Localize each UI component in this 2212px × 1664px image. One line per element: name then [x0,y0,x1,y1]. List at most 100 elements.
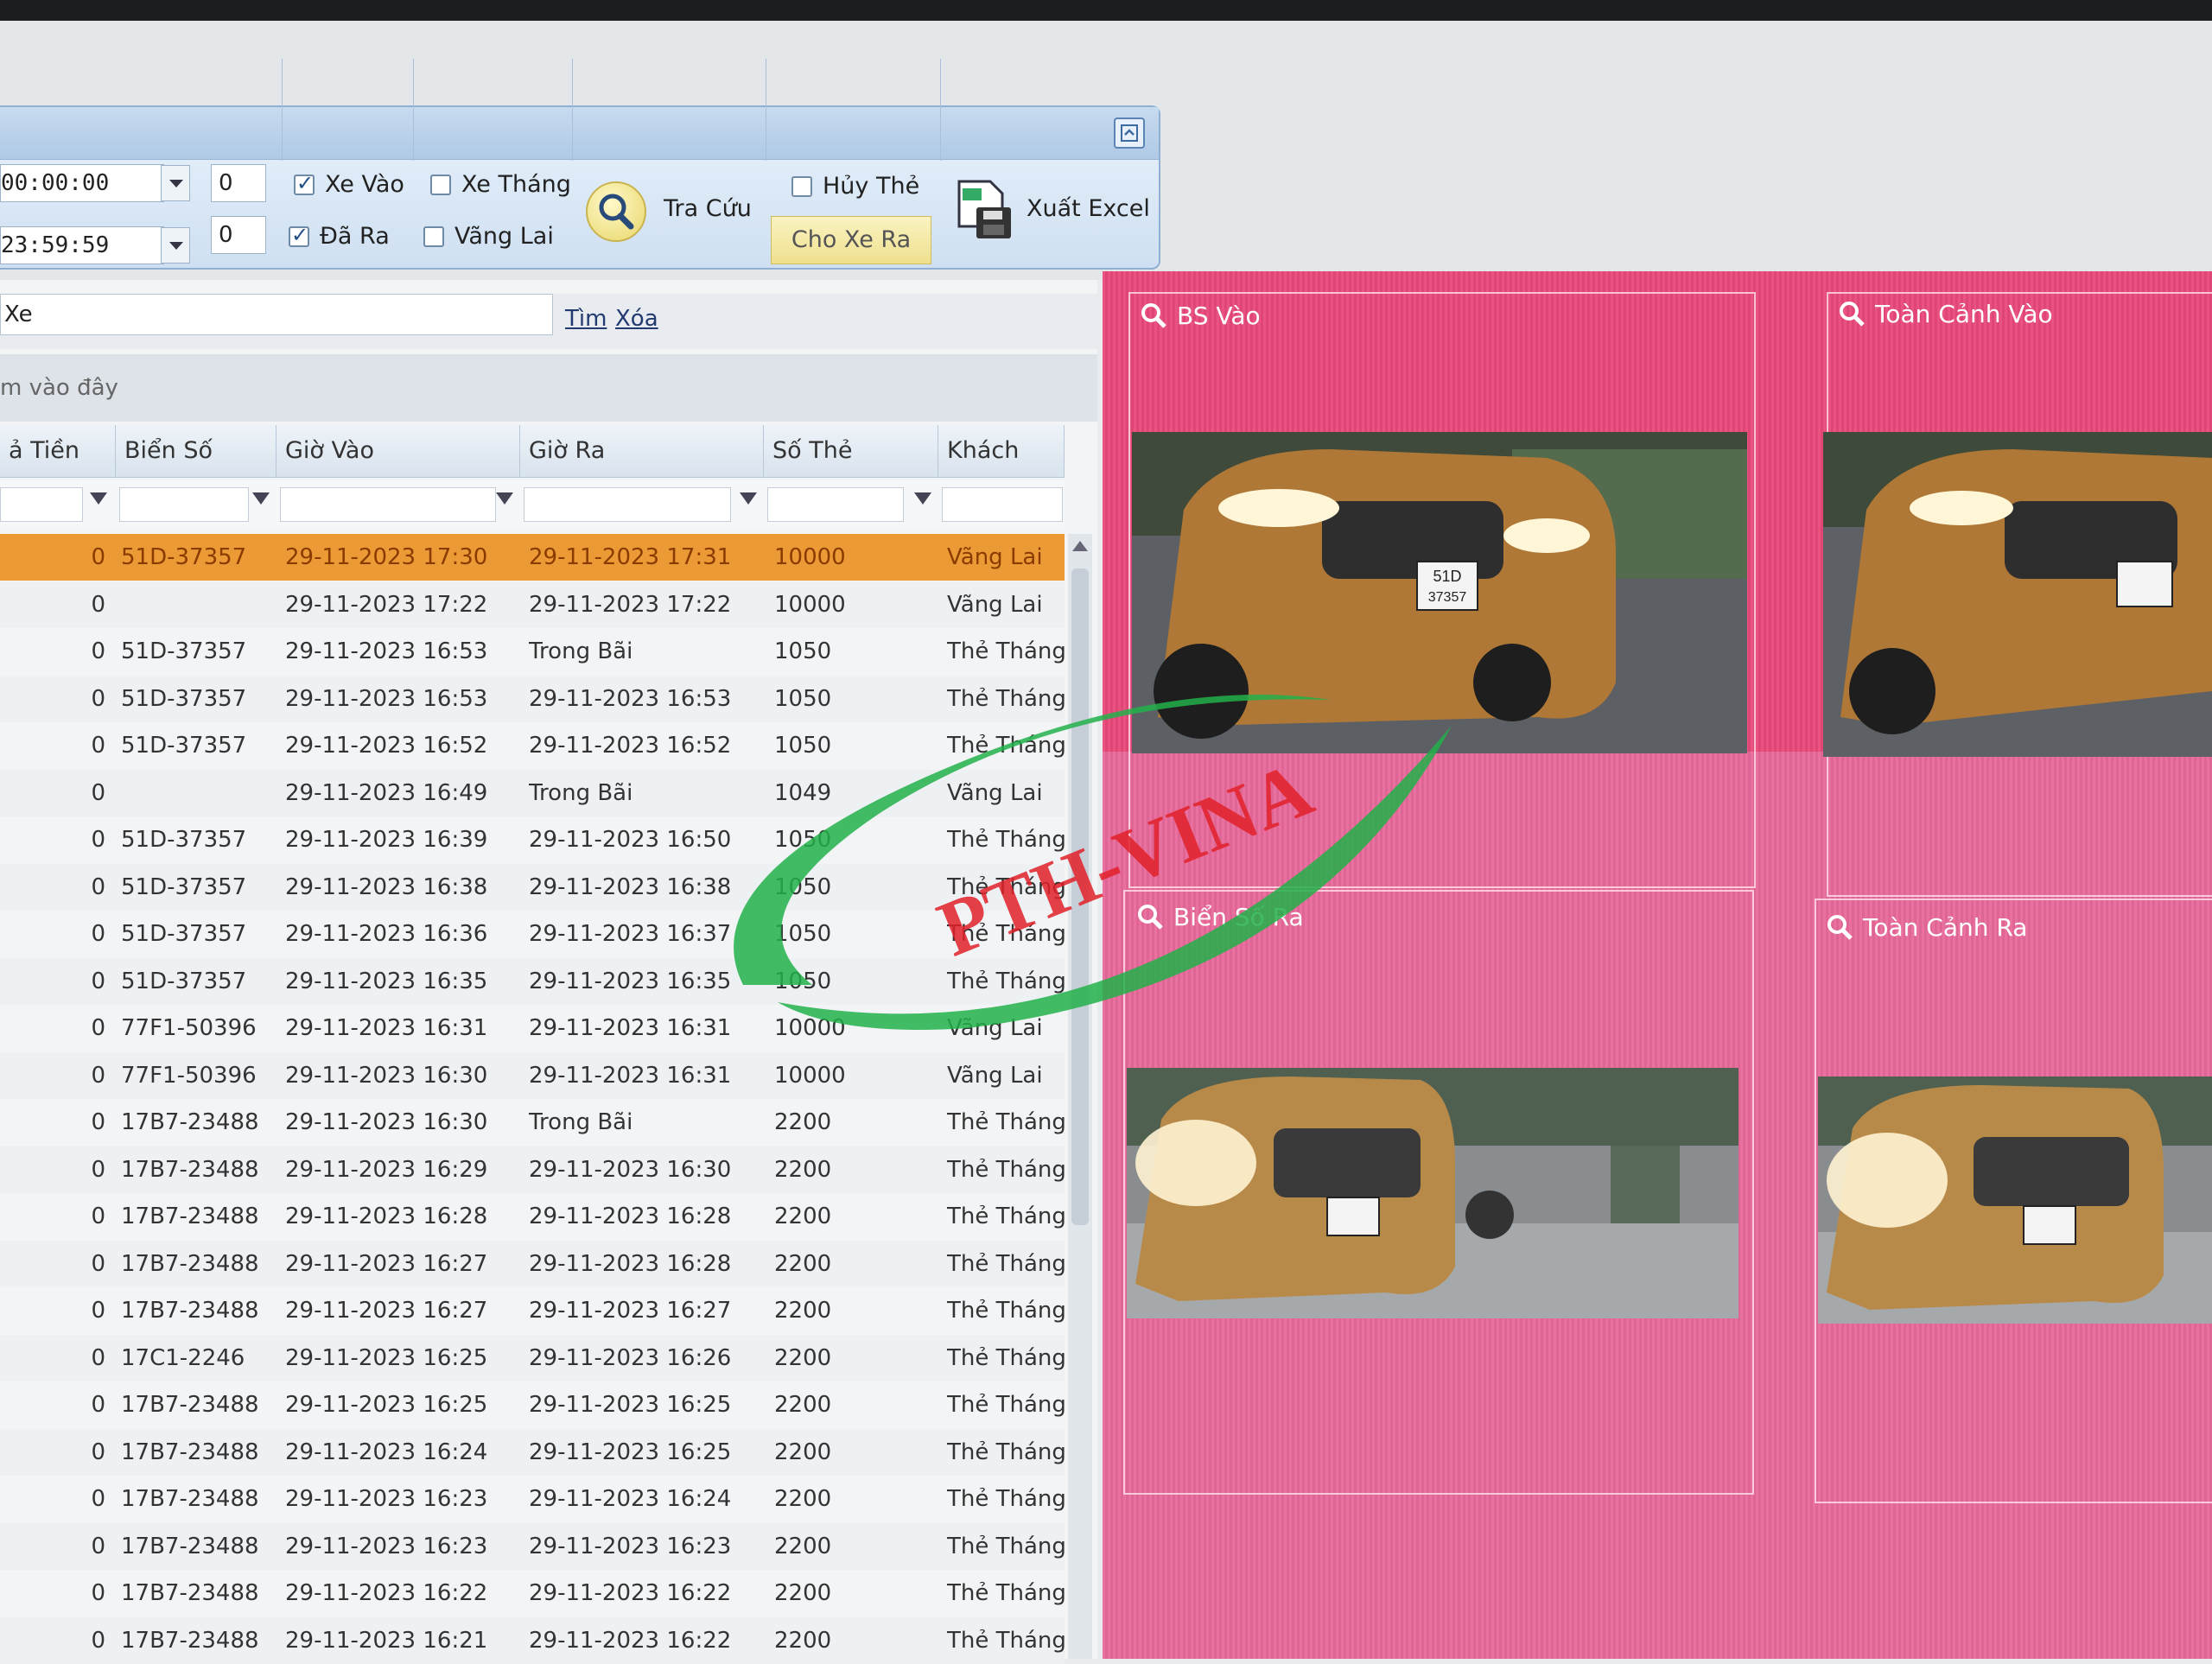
filter-cell-so-the[interactable] [767,487,904,522]
scroll-up-arrow-icon[interactable] [1072,541,1088,551]
cell-tien: 0 [91,1580,105,1606]
excel-export-icon [957,180,1011,238]
cell-gio-ra: 29-11-2023 16:25 [529,1392,732,1418]
cell-bien-so: 17B7-23488 [121,1533,259,1559]
header-so-the[interactable]: Số Thẻ [764,425,938,477]
cell-khach: Thẻ Tháng [947,1204,1066,1229]
huy-the-checkbox[interactable]: Hủy Thẻ [791,173,919,200]
cell-gio-ra: 29-11-2023 16:26 [529,1344,732,1371]
tra-cuu-label[interactable]: Tra Cứu [664,195,752,222]
table-row[interactable]: 0 77F1-50396 29-11-2023 16:30 29-11-2023 16… [0,1051,1065,1099]
cell-gio-ra: 29-11-2023 16:25 [529,1439,732,1465]
checkbox-checked-icon [289,223,309,247]
cell-tien: 0 [91,968,105,994]
cell-gio-vao: 29-11-2023 16:39 [285,827,488,853]
cell-gio-vao: 29-11-2023 16:23 [285,1486,488,1512]
header-tien[interactable]: ả Tiền [0,425,116,477]
svg-text:37357: 37357 [1428,590,1467,605]
cell-bien-so: 51D-37357 [121,638,247,664]
cell-bien-so: 77F1-50396 [121,1062,257,1089]
table-row[interactable]: 0 17B7-23488 29-11-2023 16:29 29-11-2023 16… [0,1146,1066,1193]
checkbox-checked-icon [294,171,315,195]
table-row[interactable]: 0 17B7-23488 29-11-2023 16:21 29-11-2023 16… [0,1616,1066,1664]
zoom-icon[interactable] [1825,912,1854,942]
xuat-excel-label[interactable]: Xuất Excel [1027,195,1150,222]
vang-lai-checkbox[interactable]: Vãng Lai [423,223,554,250]
zoom-icon[interactable] [1139,301,1168,330]
filter-cell-tien[interactable] [0,487,83,522]
collapse-ribbon-button[interactable] [1114,117,1145,149]
table-row[interactable]: 0 17B7-23488 29-11-2023 16:30 Trong Bãi 2200… [0,1099,1065,1146]
cell-khach: Thẻ Tháng [947,1627,1066,1654]
time-from-dropdown[interactable] [161,165,190,201]
cell-tien: 0 [91,1298,105,1324]
header-khach[interactable]: Khách [938,425,1065,477]
filter-cell-gio-ra[interactable] [524,487,731,522]
table-row[interactable]: 0 17C1-2246 29-11-2023 16:25 29-11-2023 16:… [0,1334,1066,1381]
huy-the-label: Hủy Thẻ [823,173,920,200]
filter-funnel-icon[interactable] [252,492,270,505]
filter-cell-gio-vao[interactable] [280,487,496,522]
cell-so-the: 2200 [774,1627,832,1654]
time-from-input[interactable]: 00:00:00 [0,164,164,202]
count-to-input[interactable]: 0 [211,216,266,254]
xuat-excel-button[interactable] [950,176,1016,245]
table-row[interactable]: 0 17B7-23488 29-11-2023 16:23 29-11-2023 16… [0,1522,1066,1570]
xe-vao-checkbox[interactable]: Xe Vào [294,171,404,198]
cell-bien-so: 51D-37357 [121,968,247,994]
header-bien-so[interactable]: Biển Số [116,425,276,477]
cell-bien-so: 51D-37357 [121,685,247,712]
table-row[interactable]: 0 17B7-23488 29-11-2023 16:27 29-11-2023 16… [0,1287,1065,1334]
header-gio-vao[interactable]: Giờ Vào [276,425,520,477]
cell-bien-so: 77F1-50396 [121,1015,257,1041]
table-row[interactable]: 0 17B7-23488 29-11-2023 16:24 29-11-2023 16… [0,1428,1066,1476]
count-from-input[interactable]: 0 [211,164,266,202]
filter-funnel-icon[interactable] [90,492,107,505]
clear-link[interactable]: Xóa [615,306,658,332]
table-row[interactable]: 0 17B7-23488 29-11-2023 16:27 29-11-2023 16… [0,1240,1066,1287]
cell-gio-vao: 29-11-2023 16:27 [285,1250,488,1277]
cell-gio-vao: 29-11-2023 16:25 [285,1392,488,1418]
cell-bien-so: 17B7-23488 [121,1109,259,1135]
cell-gio-ra: 29-11-2023 16:28 [529,1204,732,1229]
table-row[interactable]: 0 17B7-23488 29-11-2023 16:23 29-11-2023 16… [0,1476,1065,1522]
cell-gio-ra: 29-11-2023 16:22 [529,1627,732,1654]
cell-gio-vao: 29-11-2023 16:22 [285,1580,488,1606]
toan-canh-ra-image[interactable] [1818,1077,2212,1324]
table-row[interactable]: 0 51D-37357 29-11-2023 17:30 29-11-2023 17:… [0,534,1065,581]
cell-so-the: 2200 [774,1344,832,1371]
cell-tien: 0 [91,591,105,618]
cell-gio-vao: 29-11-2023 16:53 [285,685,488,712]
bien-so-ra-image[interactable] [1127,1068,1738,1318]
cell-bien-so: 17B7-23488 [121,1204,259,1229]
xe-thang-checkbox[interactable]: Xe Tháng [430,171,571,198]
time-to-dropdown[interactable] [161,227,190,264]
table-row[interactable]: 0 17B7-23488 29-11-2023 16:28 29-11-2023 16… [0,1193,1065,1240]
filter-funnel-icon[interactable] [914,492,931,505]
da-ra-checkbox[interactable]: Đã Ra [289,223,390,250]
cell-gio-vao: 29-11-2023 16:25 [285,1344,488,1371]
monitor-top-edge [0,0,2212,21]
table-row[interactable]: 0 17B7-23488 29-11-2023 16:25 29-11-2023 16… [0,1381,1065,1428]
filter-funnel-icon[interactable] [496,492,513,505]
cho-xe-ra-button[interactable]: Cho Xe Ra [771,216,931,264]
watermark-logo-icon: PTH-VINA [734,695,1452,1030]
cell-tien: 0 [91,1109,105,1135]
header-gio-ra[interactable]: Giờ Ra [520,425,764,477]
xe-vao-label: Xe Vào [325,171,404,198]
cell-gio-vao: 29-11-2023 16:21 [285,1627,488,1654]
tra-cuu-button[interactable] [586,181,646,242]
find-link[interactable]: Tìm [565,306,607,332]
cell-gio-ra: 29-11-2023 16:31 [529,1062,732,1089]
plate-search-input[interactable]: Xe [0,294,553,335]
table-row[interactable]: 0 17B7-23488 29-11-2023 16:22 29-11-2023 16… [0,1570,1065,1616]
toan-canh-vao-image[interactable] [1823,432,2212,757]
zoom-icon[interactable] [1837,299,1866,328]
cell-bien-so: 51D-37357 [121,873,247,900]
cell-gio-vao: 29-11-2023 16:24 [285,1439,488,1465]
filter-cell-bien-so[interactable] [119,487,249,522]
filter-cell-khach[interactable] [942,487,1063,522]
filter-funnel-icon[interactable] [740,492,757,505]
table-row[interactable]: 0 29-11-2023 17:22 29-11-2023 17:22 10000 Vã… [0,581,1065,628]
time-to-input[interactable]: 23:59:59 [0,226,164,264]
